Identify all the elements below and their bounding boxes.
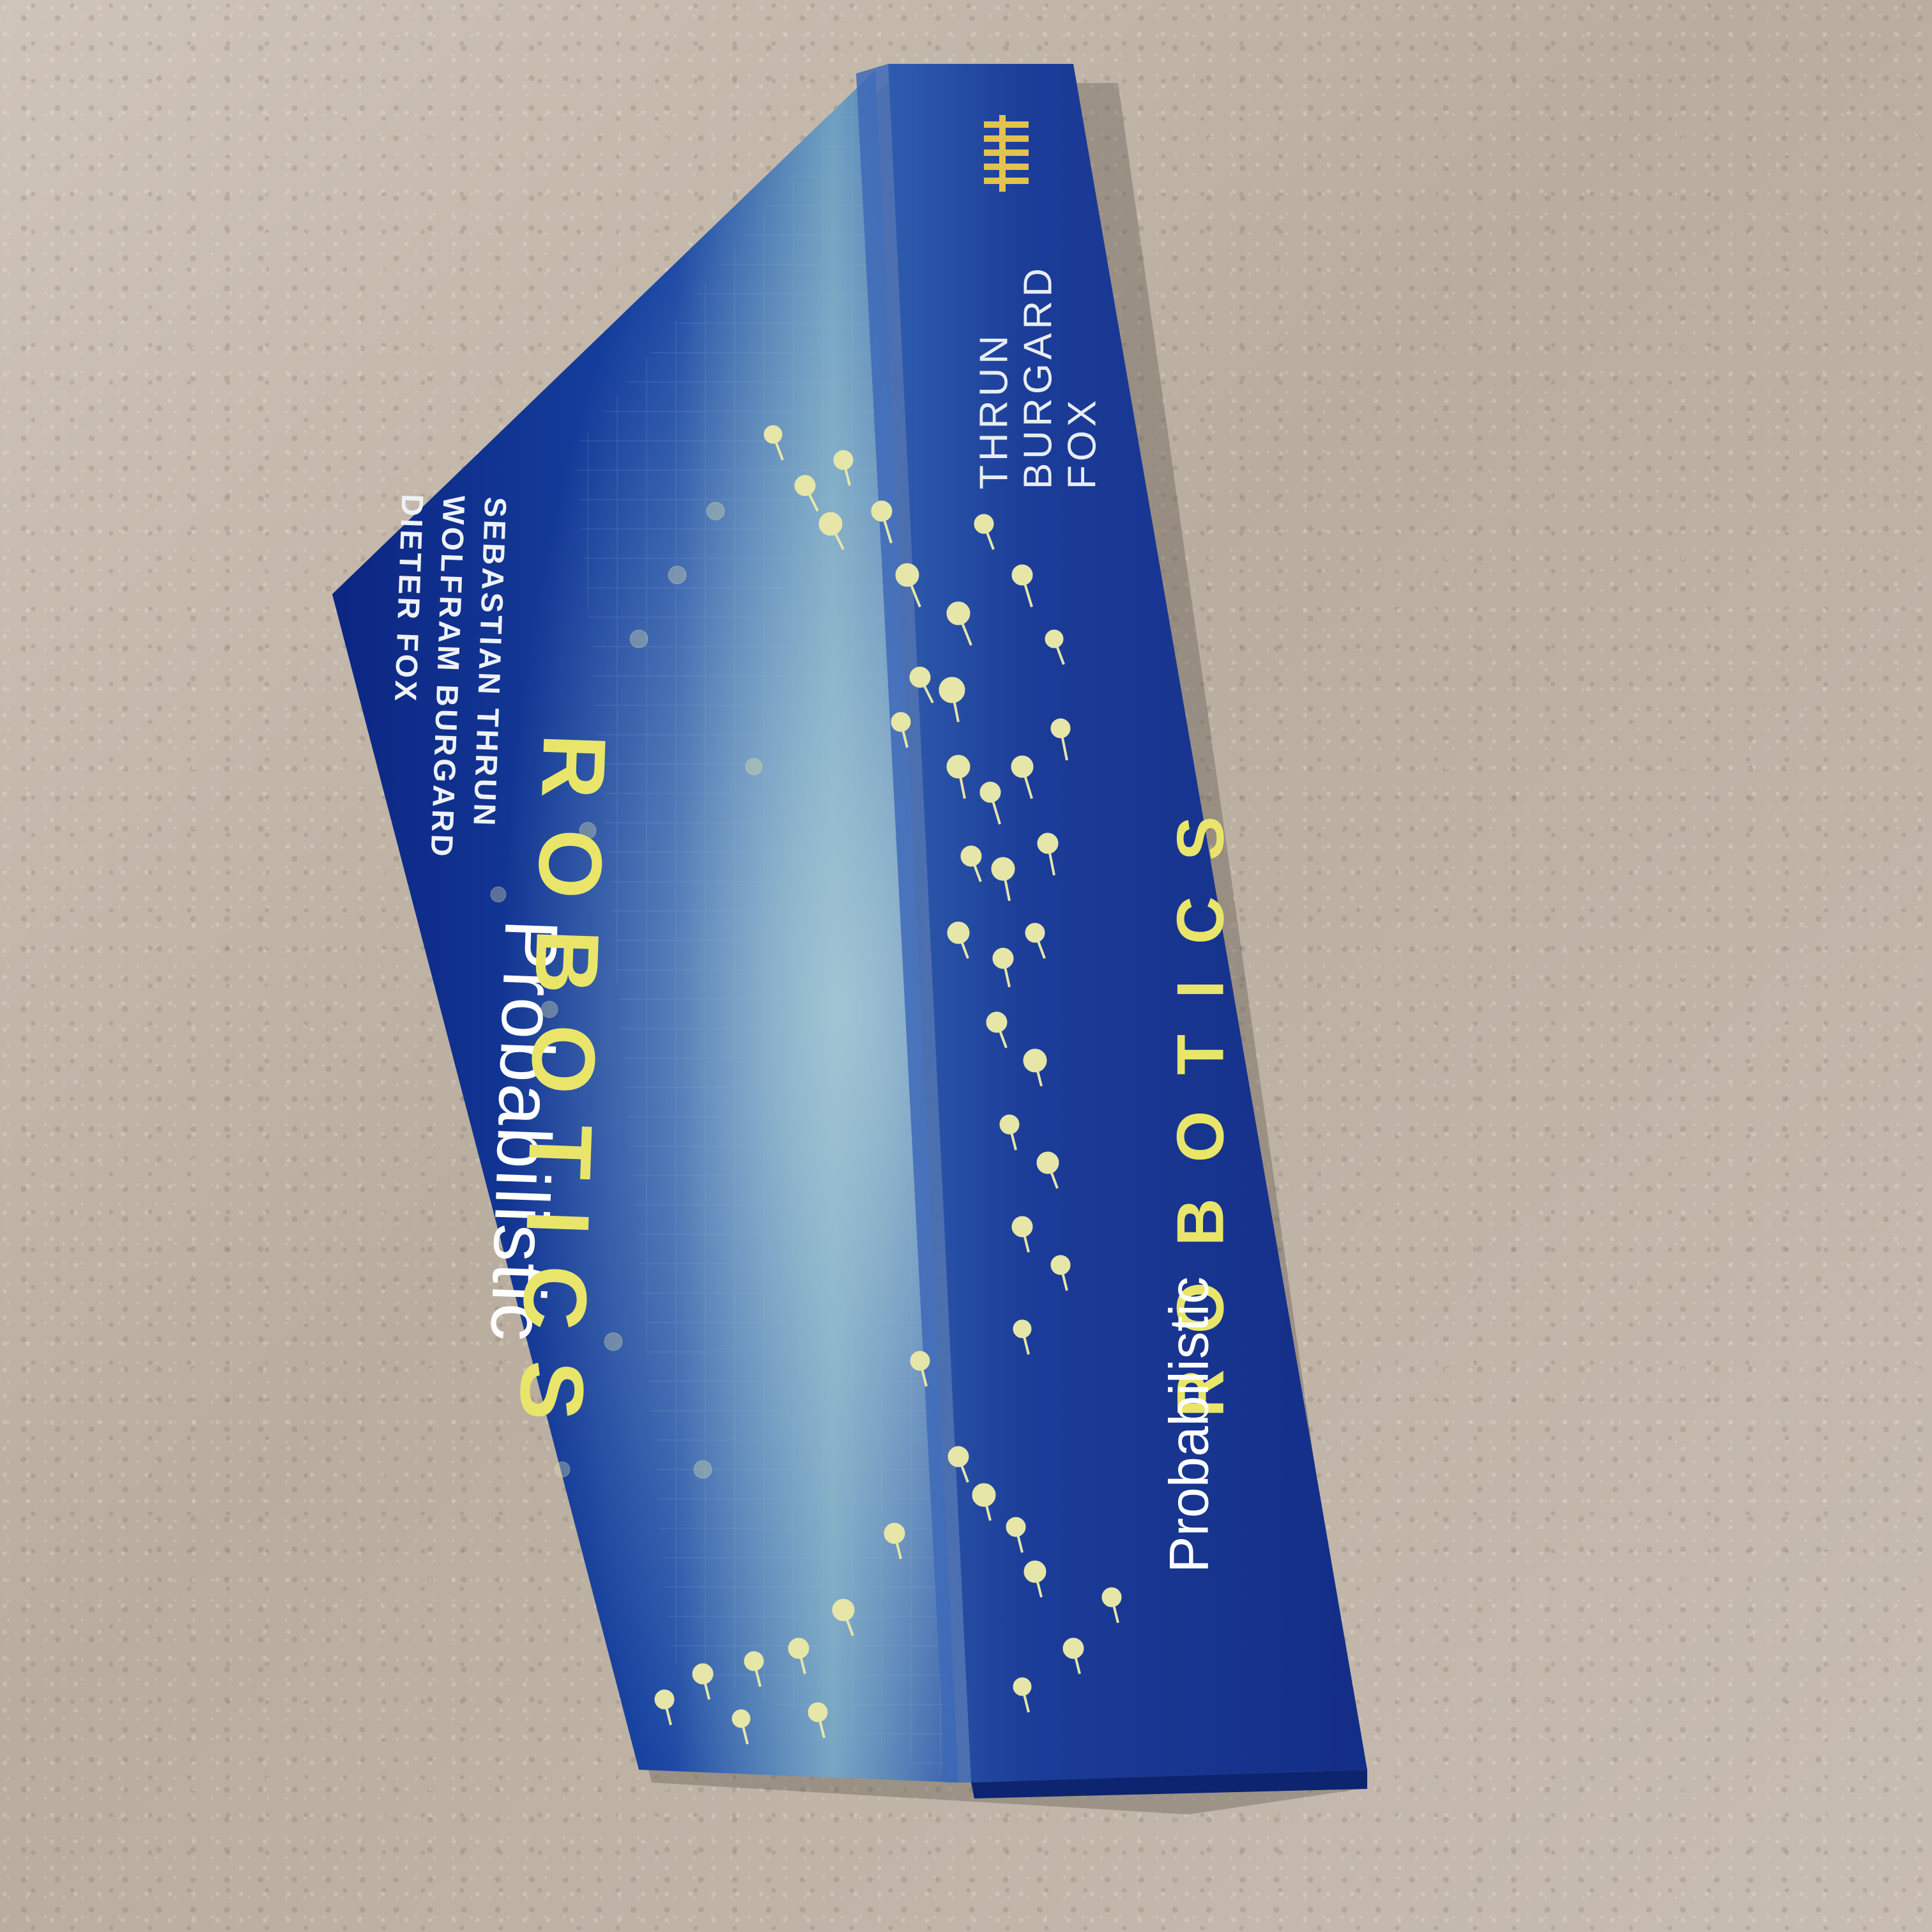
mit-press-logo (971, 109, 1048, 198)
spine-author-3: FOX (1060, 396, 1105, 490)
spine-authors: THRUN BURGARD FOX (972, 264, 1105, 490)
spine-title-probabilistic: Probabilistic (1158, 1276, 1220, 1573)
spine-author-1: THRUN (972, 332, 1016, 490)
spine-author-2: BURGARD (1016, 264, 1061, 490)
cover-authors: SEBASTIAN THRUN WOLFRAM BURGARD DIETER F… (382, 493, 513, 861)
photo-scene: Probabilistic ROBOTICS SEBASTIAN THRUN W… (0, 0, 1932, 1932)
book-illustration (332, 64, 1367, 1814)
cover-author-2: WOLFRAM BURGARD (424, 494, 471, 860)
